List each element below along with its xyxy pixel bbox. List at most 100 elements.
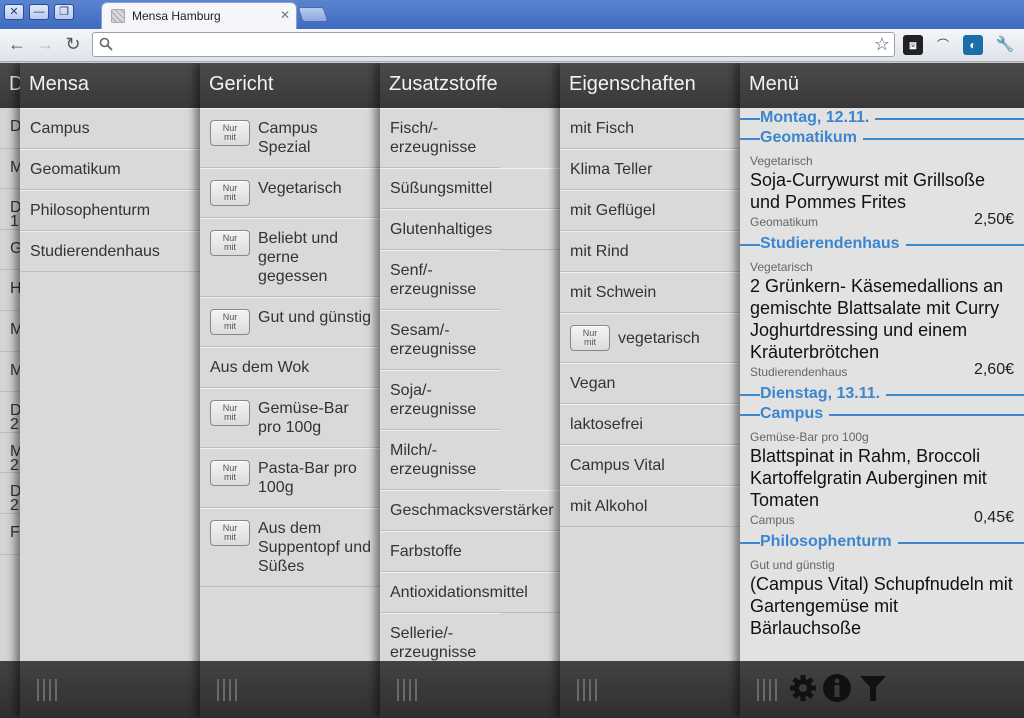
window-minimize-button[interactable]: —	[29, 4, 49, 20]
hidden-list-item[interactable]: M	[0, 149, 20, 190]
gericht-item[interactable]: Nur mit Beliebt und gerne gegessen	[200, 218, 381, 297]
zusatzstoff-item[interactable]: Süßungsmittel	[380, 168, 561, 209]
nur-mit-badge[interactable]: Nur mit	[570, 325, 610, 351]
nur-mit-badge[interactable]: Nur mit	[210, 520, 250, 546]
hidden-list-item[interactable]: D 2	[0, 392, 20, 433]
hidden-list-item[interactable]: F	[0, 514, 20, 555]
eigenschaft-item[interactable]: mit Geflügel	[560, 190, 741, 231]
gear-icon[interactable]	[788, 673, 818, 709]
zusatzstoff-item[interactable]: Antioxidationsmittel	[380, 572, 561, 613]
eigenschaft-item[interactable]: Vegan	[560, 363, 741, 404]
meal-entry[interactable]: Gemüse-Bar pro 100g Blattspinat in Rahm, …	[740, 424, 1024, 532]
nur-mit-badge[interactable]: Nur mit	[210, 120, 250, 146]
hidden-list-item[interactable]: D 1	[0, 189, 20, 230]
mensa-item[interactable]: Philosophenturm	[20, 190, 201, 231]
bookmark-star-icon[interactable]: ☆	[874, 34, 890, 55]
nur-mit-badge[interactable]: Nur mit	[210, 460, 250, 486]
zusatzstoff-item[interactable]: Senf/-erzeugnisse	[380, 250, 500, 310]
mensa-item[interactable]: Studierendenhaus	[20, 231, 201, 272]
nur-mit-badge[interactable]: Nur mit	[210, 309, 250, 335]
menu-section-header: Studierendenhaus	[740, 234, 1024, 254]
meal-entry[interactable]: Vegetarisch 2 Grünkern- Käsemedallions an…	[740, 254, 1024, 384]
gericht-item[interactable]: Aus dem Wok	[200, 347, 381, 388]
eigenschaft-item-label: vegetarisch	[618, 330, 700, 347]
browser-toolbar: ← → ↻ ☆ ⧈ ⌒ ◐ 🔧	[0, 29, 1024, 62]
mensa-item[interactable]: Geomatikum	[20, 149, 201, 190]
zusatzstoff-item[interactable]: Sesam/-erzeugnisse	[380, 310, 500, 370]
mensa-list: Campus Geomatikum Philosophenturm Studieren…	[20, 108, 201, 272]
gericht-item-label: Campus Spezial	[258, 120, 318, 156]
meal-category: Gut und günstig	[750, 558, 835, 572]
gericht-panel: Gericht Nur mit Campus Spezial Nur mit Vegeta…	[200, 63, 381, 718]
extension-logo-icon[interactable]: ◐	[963, 35, 983, 55]
eigenschaft-item[interactable]: mit Alkohol	[560, 486, 741, 527]
zusatzstoff-item[interactable]: Geschmacksverstärker	[380, 490, 561, 531]
wrench-icon[interactable]: 🔧	[995, 35, 1015, 55]
drag-handle-icon[interactable]	[757, 679, 779, 701]
reload-button[interactable]: ↻	[62, 33, 84, 57]
extension-puzzle-icon[interactable]: ⌒	[933, 35, 953, 55]
eigenschaft-item[interactable]: laktosefrei	[560, 404, 741, 445]
zusatzstoff-item[interactable]: Farbstoffe	[380, 531, 561, 572]
drag-handle-icon[interactable]	[397, 679, 419, 701]
gericht-item-label: Beliebt und gerne gegessen	[258, 230, 339, 285]
meal-entry[interactable]: Vegetarisch Soja-Currywurst mit Grillsoße…	[740, 148, 1024, 234]
hidden-list-item[interactable]: M	[0, 352, 20, 393]
gericht-item[interactable]: Nur mit Aus dem Suppentopf und Süßes	[200, 508, 381, 587]
gericht-item[interactable]: Nur mit Vegetarisch	[200, 168, 381, 218]
browser-tab[interactable]: Mensa Hamburg ✕	[101, 2, 297, 29]
extension-icon[interactable]: ⧈	[903, 35, 923, 55]
zusatzstoff-item[interactable]: Milch/-erzeugnisse	[380, 430, 500, 490]
gericht-item[interactable]: Nur mit Gemüse-Bar pro 100g	[200, 388, 381, 448]
menu-section-header: Geomatikum	[740, 128, 1024, 148]
nur-mit-badge[interactable]: Nur mit	[210, 230, 250, 256]
meal-price: 0,45€	[973, 509, 1014, 526]
zusatzstoff-item[interactable]: Soja/-erzeugnisse	[380, 370, 500, 430]
drag-handle-icon[interactable]	[37, 679, 59, 701]
menu-section-title: Geomatikum	[760, 129, 863, 146]
zusatzstoff-item[interactable]: Fisch/-erzeugnisse	[380, 108, 500, 168]
eigenschaft-item[interactable]: mit Fisch	[560, 108, 741, 149]
eigenschaft-item-label: mit Geflügel	[570, 202, 656, 219]
hidden-list-item[interactable]: D 2	[0, 473, 20, 514]
eigenschaft-item[interactable]: mit Rind	[560, 231, 741, 272]
drag-handle-icon[interactable]	[577, 679, 599, 701]
gericht-item[interactable]: Nur mit Pasta-Bar pro 100g	[200, 448, 381, 508]
gericht-item[interactable]: Nur mit Gut und günstig	[200, 297, 381, 347]
eigenschaft-item-label: mit Alkohol	[570, 498, 648, 515]
eigenschaft-item-label: mit Fisch	[570, 120, 634, 137]
forward-button[interactable]: →	[34, 33, 56, 57]
gericht-list: Nur mit Campus Spezial Nur mit Vegetarisch Nur…	[200, 108, 381, 587]
menu-section-title: Dienstag, 13.11.	[760, 385, 887, 402]
info-icon[interactable]	[822, 673, 852, 709]
hidden-list-item[interactable]: G	[0, 230, 20, 271]
zusatzstoff-item[interactable]: Glutenhaltiges	[380, 209, 561, 250]
address-bar[interactable]: ☆	[92, 32, 895, 57]
window-restore-button[interactable]: ❐	[54, 4, 74, 20]
meal-entry[interactable]: Gut und günstig (Campus Vital) Schupfnude…	[740, 552, 1024, 643]
nur-mit-badge[interactable]: Nur mit	[210, 180, 250, 206]
menu-list: Montag, 12.11. Geomatikum Vegetarisch Soja-…	[740, 108, 1024, 661]
eigenschaft-item[interactable]: Nur mit vegetarisch	[560, 313, 741, 363]
gericht-item[interactable]: Nur mit Campus Spezial	[200, 108, 381, 168]
hidden-list-item[interactable]: M 2	[0, 433, 20, 474]
drag-handle-icon[interactable]	[217, 679, 239, 701]
mensa-panel-title: Mensa	[20, 63, 201, 108]
filter-icon[interactable]	[858, 673, 888, 709]
new-tab-button[interactable]	[297, 7, 329, 22]
window-close-button[interactable]: ✕	[4, 4, 24, 20]
eigenschaft-item[interactable]: mit Schwein	[560, 272, 741, 313]
meal-name: Blattspinat in Rahm, Broccoli Kartoffelg…	[750, 446, 987, 510]
badge-text: mit	[224, 242, 236, 252]
back-button[interactable]: ←	[6, 33, 28, 57]
mensa-panel: Mensa Campus Geomatikum Philosophenturm Stu…	[20, 63, 201, 718]
eigenschaft-item[interactable]: Campus Vital	[560, 445, 741, 486]
tab-close-icon[interactable]: ✕	[280, 8, 290, 22]
eigenschaft-item[interactable]: Klima Teller	[560, 149, 741, 190]
mensa-item[interactable]: Campus	[20, 108, 201, 149]
hidden-list-item[interactable]: M	[0, 311, 20, 352]
hidden-list-item[interactable]: H	[0, 270, 20, 311]
eigenschaft-item-label: Klima Teller	[570, 161, 653, 178]
nur-mit-badge[interactable]: Nur mit	[210, 400, 250, 426]
hidden-list-item[interactable]: D	[0, 108, 20, 149]
